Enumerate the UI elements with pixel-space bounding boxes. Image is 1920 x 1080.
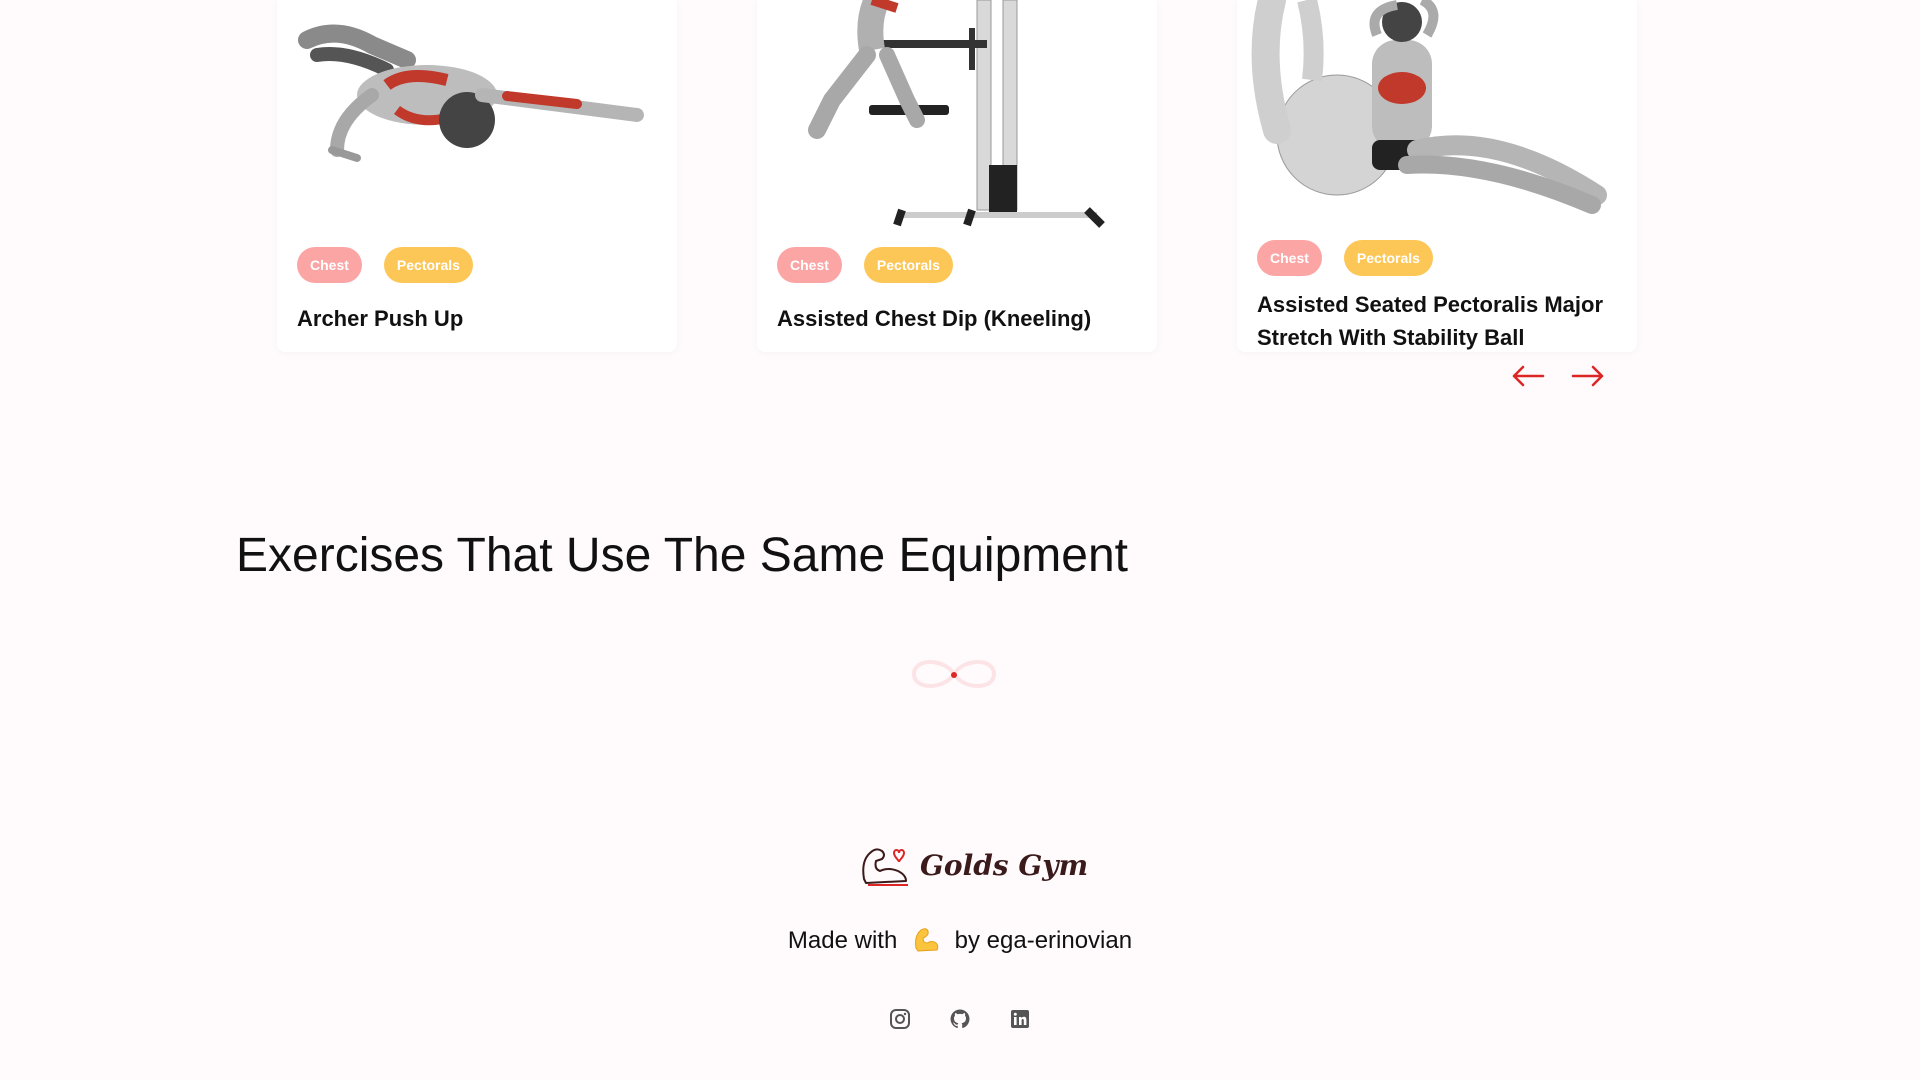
target-muscle-tag[interactable]: Pectorals xyxy=(383,247,473,283)
linkedin-link[interactable] xyxy=(1009,1008,1031,1030)
body-part-tag[interactable]: Chest xyxy=(1257,240,1322,276)
made-with-prefix: Made with xyxy=(787,927,898,954)
body-part-tag[interactable]: Chest xyxy=(297,247,362,283)
instagram-icon xyxy=(890,1009,910,1029)
card-tags: Chest Pectorals xyxy=(1257,240,1433,276)
card-title: Archer Push Up xyxy=(297,306,464,331)
carousel-next-button[interactable] xyxy=(1570,360,1606,392)
carousel-prev-button[interactable] xyxy=(1510,360,1546,392)
card-title: Assisted Chest Dip (Kneeling) xyxy=(777,306,1092,331)
card-tags: Chest Pectorals xyxy=(297,247,473,283)
brand-name: Golds Gym xyxy=(920,848,1089,882)
body-part-tag[interactable]: Chest xyxy=(777,247,842,283)
target-muscle-tag[interactable]: Pectorals xyxy=(863,247,953,283)
card-title: Assisted Seated Pectoralis Major Stretch… xyxy=(1257,292,1604,350)
made-with-text: Made with by ega-erinovian xyxy=(0,926,1920,955)
made-with-suffix: by ega-erinovian xyxy=(954,927,1133,954)
footer-logo[interactable]: Golds Gym xyxy=(858,843,1088,887)
exercise-card[interactable]: Chest Pectorals Archer Push Up xyxy=(277,0,677,352)
assisted-chest-dip-illustration xyxy=(757,0,1157,236)
archer-push-up-illustration xyxy=(277,0,677,236)
exercise-card[interactable]: Chest Pectorals Assisted Chest Dip (Knee… xyxy=(757,0,1157,352)
card-tags: Chest Pectorals xyxy=(777,247,953,283)
exercise-card[interactable]: Chest Pectorals Assisted Seated Pectoral… xyxy=(1237,0,1637,352)
arrow-left-icon xyxy=(1512,365,1545,387)
instagram-link[interactable] xyxy=(889,1008,911,1030)
pectoralis-stretch-illustration xyxy=(1237,0,1637,236)
flexed-biceps-emoji xyxy=(915,928,939,952)
arrow-right-icon xyxy=(1571,365,1604,387)
social-links xyxy=(0,1008,1920,1030)
infinity-loader-icon xyxy=(911,660,997,688)
github-icon xyxy=(950,1009,970,1029)
github-link[interactable] xyxy=(949,1008,971,1030)
page: Chest Pectorals Archer Push Up Chest Pec… xyxy=(0,0,1920,1080)
flexed-arm-logo-icon xyxy=(862,848,908,886)
section-title: Exercises That Use The Same Equipment xyxy=(236,529,1128,582)
target-muscle-tag[interactable]: Pectorals xyxy=(1343,240,1433,276)
linkedin-icon xyxy=(1011,1010,1029,1028)
